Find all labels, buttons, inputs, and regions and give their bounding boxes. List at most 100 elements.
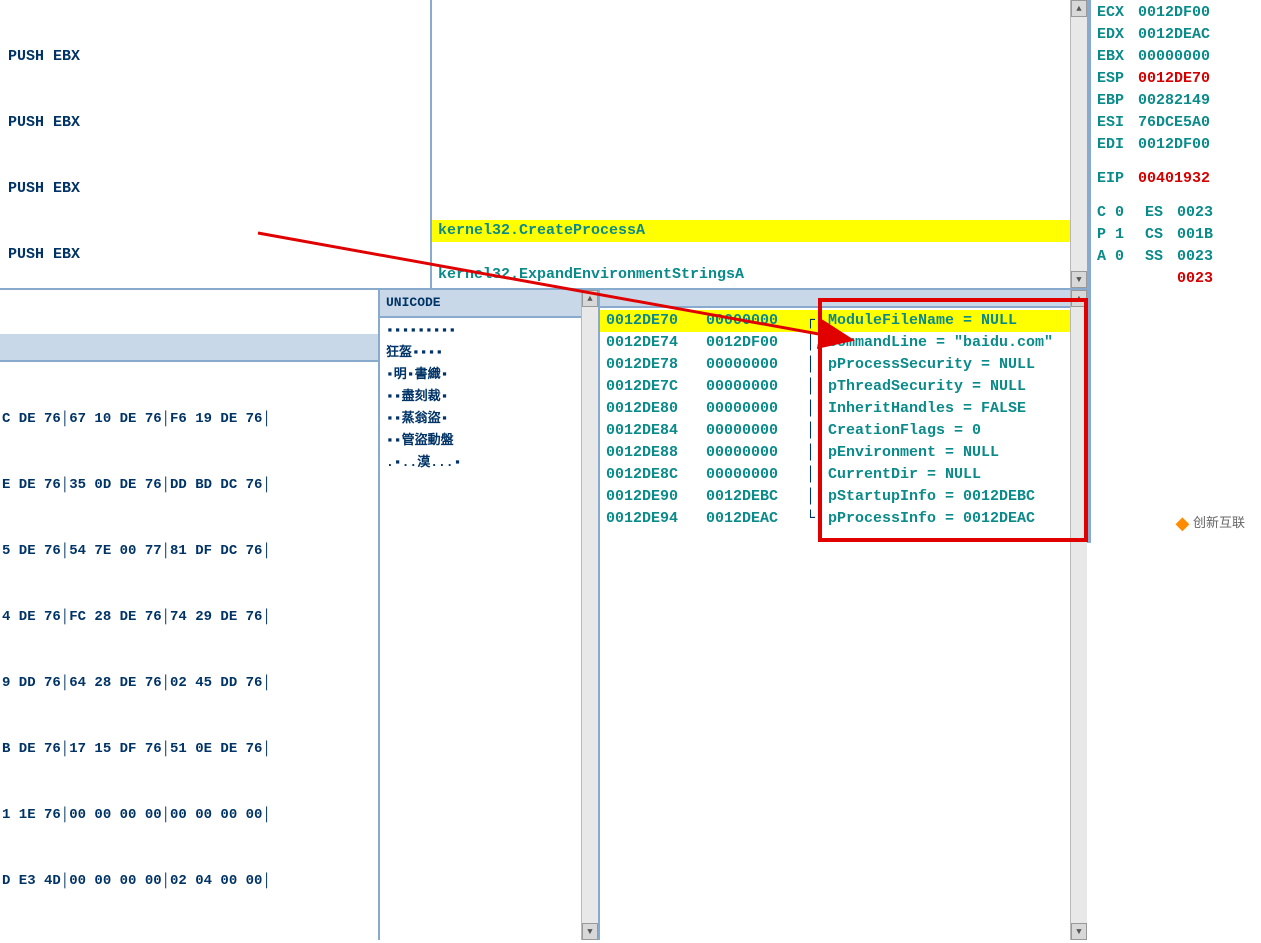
stack-description: pProcessSecurity = NULL [828, 354, 1081, 376]
stack-row[interactable]: 0012DE7800000000│pProcessSecurity = NULL [600, 354, 1087, 376]
scroll-down-icon[interactable]: ▼ [582, 923, 598, 940]
stack-bracket-icon: ┌ [806, 310, 818, 332]
stack-row[interactable]: 0012DE7000000000┌ModuleFileName = NULL [600, 310, 1087, 332]
flag-name [1097, 268, 1111, 290]
register-name: EDX [1097, 24, 1132, 46]
stack-row[interactable]: 0012DE74 0012DF00 │ CommandLine = "baidu.co… [600, 332, 1087, 354]
stack-row[interactable]: 0012DE900012DEBC│pStartupInfo = 0012DEBC [600, 486, 1087, 508]
stack-description: pStartupInfo = 0012DEBC [828, 486, 1081, 508]
scroll-up-icon[interactable]: ▲ [1071, 290, 1087, 307]
register-row: EDI0012DF00 [1097, 134, 1255, 156]
stack-address: 0012DE78 [606, 354, 696, 376]
register-value: 0012DF00 [1138, 2, 1210, 24]
disasm-info-column: kernel32.CreateProcessA kernel32.ExpandE… [432, 0, 1087, 288]
stack-description: CreationFlags = 0 [828, 420, 1081, 442]
flag-row: C0 ES0023 [1097, 202, 1255, 224]
stack-description: pEnvironment = NULL [828, 442, 1081, 464]
hex-row[interactable]: 5 DE 76│54 7E 00 77│81 DF DC 76│ [2, 540, 376, 562]
segment-value: 0023 [1177, 202, 1217, 224]
scroll-up-icon[interactable]: ▲ [582, 290, 598, 307]
register-row: EBX 00000000 [1097, 46, 1255, 68]
flag-row: P1 CS001B [1097, 224, 1255, 246]
hex-row[interactable]: C DE 76│67 10 DE 76│F6 19 DE 76│ [2, 408, 376, 430]
scroll-up-icon[interactable]: ▲ [1071, 0, 1087, 17]
stack-bracket-icon: │ [806, 420, 818, 442]
stack-value: 00000000 [706, 398, 796, 420]
stack-address: 0012DE8C [606, 464, 696, 486]
hex-row[interactable]: E DE 76│35 0D DE 76│DD BD DC 76│ [2, 474, 376, 496]
flag-value: 1 [1115, 224, 1129, 246]
asm-line[interactable]: PUSH EBX [8, 112, 422, 134]
stack-row[interactable]: 0012DE8800000000│pEnvironment = NULL [600, 442, 1087, 464]
hex-bytes[interactable]: C DE 76│67 10 DE 76│F6 19 DE 76│ E DE 76… [0, 290, 378, 940]
call-target-label: kernel32.CreateProcessA [432, 220, 1087, 242]
stack-address: 0012DE94 [606, 508, 696, 530]
hex-scrollbar[interactable]: ▲ ▼ [581, 290, 598, 940]
registers-panel[interactable]: ECX 0012DF00 EDX 0012DEAC EBX 00000000 ES P 0012… [1089, 0, 1261, 543]
register-name: EBX [1097, 46, 1132, 68]
segment-name: ES [1145, 202, 1173, 224]
disasm-code-column[interactable]: PUSH EBX PUSH EBX PUSH EBX PUSH EBX PUSH… [0, 0, 432, 288]
stack-bracket-icon: │ [806, 398, 818, 420]
stack-row[interactable]: 0012DE8C00000000│CurrentDir = NULL [600, 464, 1087, 486]
flag-name: C [1097, 202, 1111, 224]
stack-description: InheritHandles = FALSE [828, 398, 1081, 420]
stack-row[interactable]: 0012DE84 00000000 │ CreationFlags = 0 [600, 420, 1087, 442]
hex-row[interactable]: D E3 4D│00 00 00 00│02 04 00 00│ [2, 870, 376, 892]
flag-value [1115, 268, 1129, 290]
stack-bracket-icon: │ [806, 376, 818, 398]
asm-line[interactable]: PUSH EBX [8, 178, 422, 200]
flag-value: 0 [1115, 202, 1129, 224]
segment-name [1145, 268, 1173, 290]
stack-value: 0012DF00 [706, 332, 796, 354]
stack-value: 0012DEAC [706, 508, 796, 530]
stack-address: 0012DE84 [606, 420, 696, 442]
segment-name: CS [1145, 224, 1173, 246]
register-name: ESI [1097, 112, 1132, 134]
watermark: ◆ 创新互联 [1172, 511, 1249, 535]
stack-row[interactable]: 0012DE8000000000│InheritHandles = FALSE [600, 398, 1087, 420]
stack-row[interactable]: 0012DE7C00000000│pThreadSecurity = NULL [600, 376, 1087, 398]
register-row: ESI76DCE5A0 [1097, 112, 1255, 134]
register-row: EDX 0012DEAC [1097, 24, 1255, 46]
register-value: 0012DEAC [1138, 24, 1210, 46]
scroll-down-icon[interactable]: ▼ [1071, 271, 1087, 288]
segment-value: 001B [1177, 224, 1217, 246]
stack-description: pProcessInfo = 0012DEAC [828, 508, 1081, 530]
stack-description: CommandLine = "baidu.com" [828, 332, 1081, 354]
stack-description: ModuleFileName = NULL [828, 310, 1081, 332]
stack-bracket-icon: │ [806, 486, 818, 508]
register-value: 0012DE70 [1138, 68, 1210, 90]
hex-row[interactable]: B DE 76│17 15 DF 76│51 0E DE 76│ [2, 738, 376, 760]
register-value: 00401932 [1138, 168, 1210, 190]
stack-panel[interactable]: 0012DE7000000000┌ModuleFileName = NULL00… [600, 290, 1087, 940]
register-value: 0012DF00 [1138, 134, 1210, 156]
stack-value: 0012DEBC [706, 486, 796, 508]
stack-bracket-icon: │ [806, 354, 818, 376]
hex-row[interactable]: 4 DE 76│FC 28 DE 76│74 29 DE 76│ [2, 606, 376, 628]
stack-bracket-icon: │ [806, 332, 818, 354]
stack-value: 00000000 [706, 310, 796, 332]
stack-description: pThreadSecurity = NULL [828, 376, 1081, 398]
register-row: EBP00282149 [1097, 90, 1255, 112]
stack-address: 0012DE74 [606, 332, 696, 354]
stack-scrollbar[interactable]: ▲ ▼ [1070, 290, 1087, 940]
asm-line[interactable]: PUSH EBX [8, 46, 422, 68]
flag-name: A [1097, 246, 1111, 268]
hex-row[interactable]: 9 DD 76│64 28 DE 76│02 45 DD 76│ [2, 672, 376, 694]
disassembly-panel: PUSH EBX PUSH EBX PUSH EBX PUSH EBX PUSH… [0, 0, 1087, 290]
scroll-down-icon[interactable]: ▼ [1071, 923, 1087, 940]
stack-bracket-icon: │ [806, 442, 818, 464]
asm-line[interactable]: PUSH EBX [8, 244, 422, 266]
stack-value: 00000000 [706, 442, 796, 464]
register-value: 00282149 [1138, 90, 1210, 112]
hex-dump-panel[interactable]: C DE 76│67 10 DE 76│F6 19 DE 76│ E DE 76… [0, 290, 600, 940]
stack-value: 00000000 [706, 464, 796, 486]
disasm-scrollbar[interactable]: ▲ ▼ [1070, 0, 1087, 288]
stack-row[interactable]: 0012DE940012DEAC└pProcessInfo = 0012DEAC [600, 508, 1087, 530]
stack-value: 00000000 [706, 420, 796, 442]
hex-row[interactable]: 1 1E 76│00 00 00 00│00 00 00 00│ [2, 804, 376, 826]
register-name: ECX [1097, 2, 1132, 24]
register-value: 00000000 [1138, 46, 1210, 68]
flag-name: P [1097, 224, 1111, 246]
